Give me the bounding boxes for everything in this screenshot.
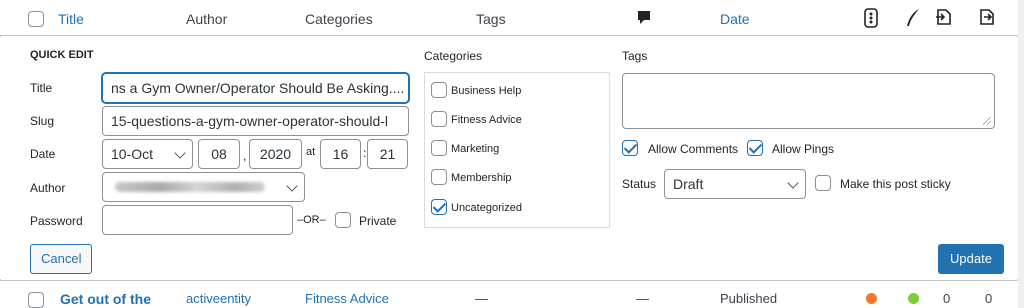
time-minute-input[interactable]: 21	[367, 139, 408, 169]
row-select-checkbox[interactable]	[28, 292, 44, 308]
slug-input[interactable]: 15-questions-a-gym-owner-operator-should…	[102, 106, 409, 136]
categories-label: Categories	[424, 49, 483, 63]
author-select[interactable]	[102, 172, 305, 202]
date-year-input[interactable]: 2020	[249, 139, 302, 169]
category-label: Uncategorized	[451, 202, 522, 214]
readability-score-dot	[908, 293, 919, 304]
incoming-links-column-icon[interactable]	[976, 7, 996, 27]
private-label: Private	[359, 214, 397, 228]
seo-score-dot	[866, 293, 877, 304]
password-label: Password	[30, 214, 83, 228]
date-label: Date	[30, 147, 56, 161]
post-tags-value: —	[475, 291, 488, 306]
post-comments-value: —	[636, 291, 649, 306]
sticky-label: Make this post sticky	[840, 177, 951, 191]
category-label: Business Help	[451, 85, 522, 97]
date-month-select[interactable]: 10-Oct	[102, 139, 193, 169]
seo-score-column-icon[interactable]	[863, 8, 879, 28]
allow-comments-label: Allow Comments	[648, 142, 739, 156]
post-status-value: Published	[720, 291, 778, 306]
date-month-value: 10-Oct	[111, 146, 154, 162]
column-header-author: Author	[186, 11, 228, 27]
update-button[interactable]: Update	[938, 244, 1004, 274]
date-separator: ,	[243, 149, 247, 163]
post-title-link[interactable]: Get out of the	[60, 291, 151, 307]
author-name-redacted	[115, 182, 265, 192]
category-label: Marketing	[451, 143, 500, 155]
column-header-date[interactable]: Date	[720, 11, 750, 27]
incoming-links-count: 0	[985, 291, 993, 306]
sticky-checkbox[interactable]	[815, 175, 831, 191]
column-header-title[interactable]: Title	[58, 11, 84, 27]
chevron-down-icon	[787, 177, 799, 189]
category-label: Membership	[451, 172, 512, 184]
title-label: Title	[30, 81, 53, 95]
status-value: Draft	[673, 176, 704, 192]
category-label: Fitness Advice	[451, 114, 522, 126]
comments-column-icon[interactable]	[636, 9, 652, 25]
outgoing-links-column-icon[interactable]	[934, 7, 954, 27]
tags-textarea[interactable]	[622, 73, 995, 129]
date-day-input[interactable]: 08	[198, 139, 240, 169]
status-select[interactable]: Draft	[664, 169, 806, 199]
category-checkbox[interactable]	[431, 199, 447, 215]
select-all-checkbox[interactable]	[28, 11, 44, 27]
at-label: at	[306, 146, 316, 158]
time-colon: :	[363, 146, 367, 160]
cancel-button[interactable]: Cancel	[30, 244, 93, 274]
chevron-down-icon	[286, 180, 298, 192]
chevron-down-icon	[174, 147, 186, 159]
password-input[interactable]	[102, 205, 293, 235]
time-hour-input[interactable]: 16	[320, 139, 361, 169]
outgoing-links-count: 0	[943, 291, 951, 306]
category-checkbox[interactable]	[431, 82, 447, 98]
tags-label: Tags	[622, 49, 648, 63]
slug-label: Slug	[30, 114, 55, 128]
category-checkbox[interactable]	[431, 111, 447, 127]
table-header-row: Title Author Categories Tags Date	[0, 0, 1018, 36]
categories-checklist: Business Help Fitness Advice Marketing M…	[424, 72, 610, 228]
title-input[interactable]: ns a Gym Owner/Operator Should Be Asking…	[102, 73, 409, 103]
table-row: Get out of the activeentity Fitness Advi…	[0, 280, 1018, 308]
status-label: Status	[622, 177, 657, 191]
column-header-tags: Tags	[476, 11, 506, 27]
resize-handle-icon[interactable]	[983, 117, 991, 125]
quick-edit-heading: QUICK EDIT	[30, 49, 94, 61]
quick-edit-panel: QUICK EDIT Title ns a Gym Owner/Operator…	[0, 37, 1018, 279]
post-author-link[interactable]: activeentity	[186, 291, 251, 306]
author-label: Author	[30, 181, 66, 195]
category-checkbox[interactable]	[431, 169, 447, 185]
allow-pings-checkbox[interactable]	[747, 140, 763, 156]
or-separator: –OR–	[297, 214, 326, 226]
column-header-categories: Categories	[305, 11, 373, 27]
private-checkbox[interactable]	[335, 212, 351, 228]
allow-comments-checkbox[interactable]	[622, 140, 638, 156]
category-checkbox[interactable]	[431, 140, 447, 156]
post-category-link[interactable]: Fitness Advice	[305, 291, 389, 306]
readability-column-icon[interactable]	[904, 8, 922, 28]
allow-pings-label: Allow Pings	[772, 142, 835, 156]
